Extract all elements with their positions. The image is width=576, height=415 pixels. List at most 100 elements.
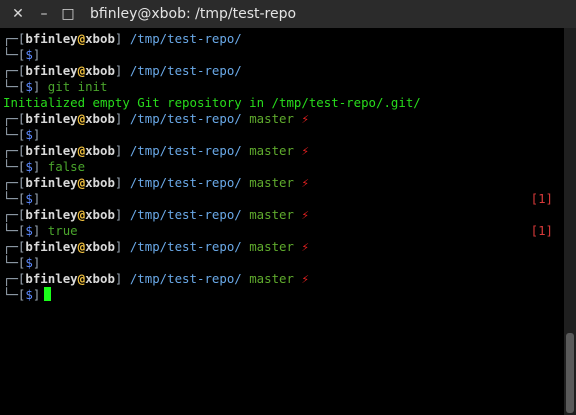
prompt-bracket: ] bbox=[32, 127, 41, 142]
terminal-line: └─[$] bbox=[3, 255, 561, 271]
prompt-path: /tmp/test-repo/ bbox=[129, 31, 242, 46]
prompt-frame-bottom: └─[ bbox=[3, 159, 26, 174]
prompt-user: bfinley bbox=[25, 271, 78, 286]
prompt-frame-top: ┌─[ bbox=[3, 271, 26, 286]
terminal-line: └─[$] git init bbox=[3, 79, 561, 95]
prompt-user: bfinley bbox=[25, 175, 78, 190]
terminal-area[interactable]: ┌─[bfinley@xbob] /tmp/test-repo/└─[$] ┌─[… bbox=[0, 28, 564, 415]
prompt-frame-bottom: └─[ bbox=[3, 255, 26, 270]
window-title: bfinley@xbob: /tmp/test-repo bbox=[90, 6, 297, 22]
git-branch: master bbox=[249, 239, 294, 254]
terminal-line: ┌─[bfinley@xbob] /tmp/test-repo/ master … bbox=[3, 111, 561, 127]
prompt-dollar: $ bbox=[25, 127, 33, 142]
terminal-line: └─[$] true [1] bbox=[3, 223, 561, 239]
prompt-at: @ bbox=[77, 31, 86, 46]
prompt-frame-bottom: └─[ bbox=[3, 79, 26, 94]
prompt-host: xbob bbox=[85, 175, 115, 190]
command-text: true bbox=[47, 223, 78, 238]
terminal-line: └─[$] [1] bbox=[3, 191, 561, 207]
prompt-bracket: ] bbox=[32, 223, 41, 238]
prompt-dollar: $ bbox=[25, 159, 33, 174]
git-branch: master bbox=[249, 207, 294, 222]
exit-code: [1] bbox=[530, 191, 553, 206]
prompt-frame-top: ┌─[ bbox=[3, 239, 26, 254]
prompt-bracket: ] bbox=[114, 111, 130, 126]
prompt-user: bfinley bbox=[25, 143, 78, 158]
prompt-bracket: ] bbox=[32, 287, 41, 302]
prompt-bracket: ] bbox=[114, 63, 130, 78]
prompt-frame-top: ┌─[ bbox=[3, 63, 26, 78]
terminal-line: ┌─[bfinley@xbob] /tmp/test-repo/ master … bbox=[3, 143, 561, 159]
terminal-line: └─[$] false bbox=[3, 159, 561, 175]
prompt-bracket: ] bbox=[114, 207, 130, 222]
terminal-line: └─[$] bbox=[3, 127, 561, 143]
prompt-bracket: ] bbox=[114, 175, 130, 190]
prompt-bracket: ] bbox=[114, 31, 130, 46]
git-branch: master bbox=[249, 143, 294, 158]
prompt-frame-bottom: └─[ bbox=[3, 127, 26, 142]
prompt-frame-top: ┌─[ bbox=[3, 111, 26, 126]
prompt-path: /tmp/test-repo/ bbox=[129, 207, 242, 222]
terminal-line: ┌─[bfinley@xbob] /tmp/test-repo/ master … bbox=[3, 207, 561, 223]
prompt-user: bfinley bbox=[25, 207, 78, 222]
prompt-bracket: ] bbox=[32, 79, 41, 94]
scrollbar-thumb[interactable] bbox=[566, 333, 574, 413]
prompt-at: @ bbox=[77, 239, 86, 254]
prompt-dollar: $ bbox=[25, 223, 33, 238]
prompt-frame-bottom: └─[ bbox=[3, 223, 26, 238]
minimize-button[interactable]: – bbox=[34, 4, 54, 24]
prompt-dollar: $ bbox=[25, 47, 33, 62]
prompt-dollar: $ bbox=[25, 255, 33, 270]
git-branch: master bbox=[249, 111, 294, 126]
prompt-bracket: ] bbox=[114, 271, 130, 286]
prompt-host: xbob bbox=[85, 111, 115, 126]
prompt-host: xbob bbox=[85, 143, 115, 158]
cursor bbox=[44, 287, 52, 301]
prompt-host: xbob bbox=[85, 207, 115, 222]
terminal-line: ┌─[bfinley@xbob] /tmp/test-repo/ master … bbox=[3, 239, 561, 255]
command-text: git init bbox=[47, 79, 108, 94]
prompt-at: @ bbox=[77, 207, 86, 222]
prompt-user: bfinley bbox=[25, 239, 78, 254]
prompt-at: @ bbox=[77, 111, 86, 126]
prompt-host: xbob bbox=[85, 63, 115, 78]
minimize-icon: – bbox=[40, 6, 48, 22]
prompt-bracket: ] bbox=[32, 255, 41, 270]
prompt-frame-bottom: └─[ bbox=[3, 191, 26, 206]
prompt-frame-top: ┌─[ bbox=[3, 175, 26, 190]
prompt-at: @ bbox=[77, 143, 86, 158]
output-text: Initialized empty Git repository in /tmp… bbox=[3, 95, 421, 110]
prompt-path: /tmp/test-repo/ bbox=[129, 175, 242, 190]
prompt-dollar: $ bbox=[25, 287, 33, 302]
bolt-icon: ⚡ bbox=[301, 175, 309, 190]
prompt-path: /tmp/test-repo/ bbox=[129, 111, 242, 126]
prompt-at: @ bbox=[77, 175, 86, 190]
prompt-path: /tmp/test-repo/ bbox=[129, 63, 242, 78]
close-icon: ✕ bbox=[12, 6, 24, 22]
command-text: false bbox=[47, 159, 86, 174]
title-bar: ✕ – □ bfinley@xbob: /tmp/test-repo bbox=[0, 0, 576, 29]
prompt-dollar: $ bbox=[25, 79, 33, 94]
prompt-bracket: ] bbox=[114, 239, 130, 254]
terminal-line: ┌─[bfinley@xbob] /tmp/test-repo/ master … bbox=[3, 175, 561, 191]
bolt-icon: ⚡ bbox=[301, 143, 309, 158]
maximize-button[interactable]: □ bbox=[58, 4, 78, 24]
terminal-line: └─[$] bbox=[3, 287, 561, 303]
prompt-frame-bottom: └─[ bbox=[3, 47, 26, 62]
prompt-dollar: $ bbox=[25, 191, 33, 206]
prompt-path: /tmp/test-repo/ bbox=[129, 271, 242, 286]
bolt-icon: ⚡ bbox=[301, 111, 309, 126]
prompt-user: bfinley bbox=[25, 63, 78, 78]
prompt-frame-bottom: └─[ bbox=[3, 287, 26, 302]
bolt-icon: ⚡ bbox=[301, 207, 309, 222]
prompt-bracket: ] bbox=[32, 47, 41, 62]
bolt-icon: ⚡ bbox=[301, 239, 309, 254]
terminal-line: ┌─[bfinley@xbob] /tmp/test-repo/ master … bbox=[3, 271, 561, 287]
terminal-output: ┌─[bfinley@xbob] /tmp/test-repo/└─[$] ┌─[… bbox=[3, 31, 561, 303]
close-button[interactable]: ✕ bbox=[8, 4, 28, 24]
terminal-line: Initialized empty Git repository in /tmp… bbox=[3, 95, 561, 111]
prompt-frame-top: ┌─[ bbox=[3, 143, 26, 158]
prompt-bracket: ] bbox=[32, 191, 41, 206]
prompt-host: xbob bbox=[85, 271, 115, 286]
prompt-user: bfinley bbox=[25, 31, 78, 46]
